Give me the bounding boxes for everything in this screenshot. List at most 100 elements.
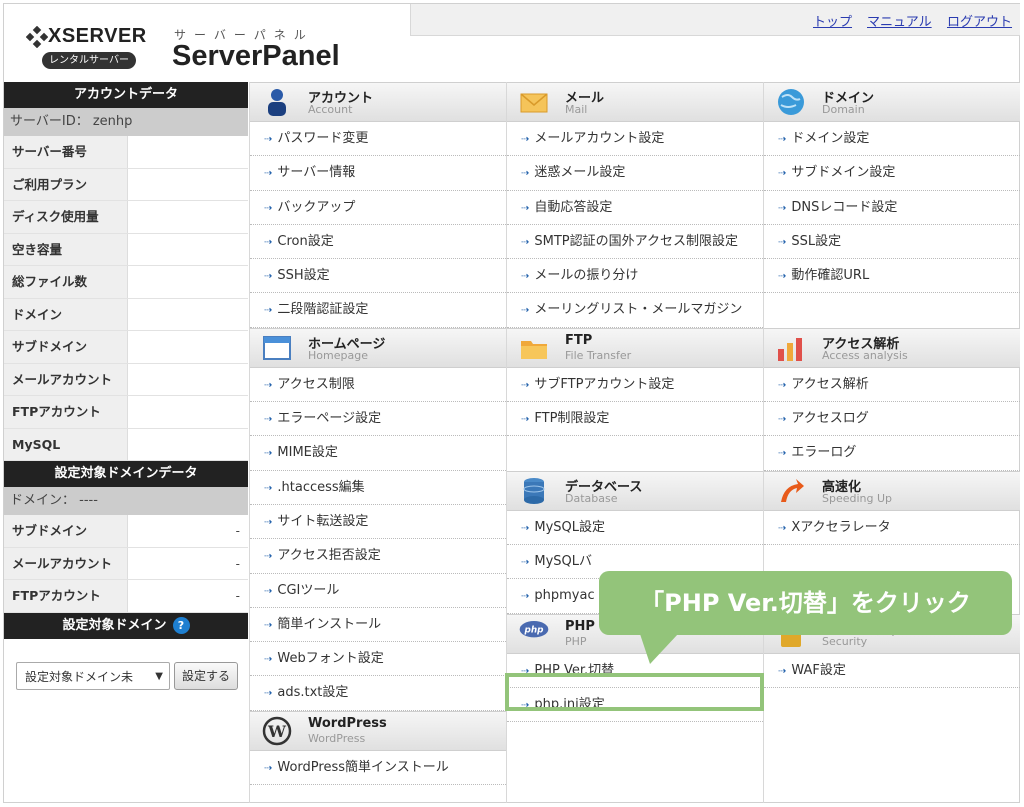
menu-item-domain[interactable]: ⇢ サブドメイン設定 [764,156,1020,191]
section-header-domain: ドメイン Domain [764,82,1020,122]
arrow-icon: ⇢ [264,688,273,700]
arrow-icon: ⇢ [778,448,787,460]
menu-item-label: WordPress簡単インストール [277,759,449,775]
menu-item-mail[interactable]: ⇢ SMTP認証の国外アクセス制限設定 [507,225,763,260]
menu-item-label: Xアクセラレータ [791,519,891,535]
domain-line: ドメイン： ---- [4,487,248,515]
menu-item-mail[interactable]: ⇢ メールの振り分け [507,259,763,294]
menu-item-label: アクセス解析 [791,376,869,392]
account-row-value [128,234,248,266]
menu-item-homepage[interactable]: ⇢ MIME設定 [250,436,506,471]
arrow-icon: ⇢ [264,448,273,460]
account-row-label: サブドメイン [4,331,128,363]
menu-item-speed[interactable]: ⇢ Xアクセラレータ [764,511,1020,545]
account-row-value [128,201,248,233]
menu-item-label: MIME設定 [277,445,338,461]
menu-item-homepage[interactable]: ⇢ CGIツール [250,574,506,608]
menu-item-homepage[interactable]: ⇢ .htaccess編集 [250,471,506,505]
menu-item-homepage[interactable]: ⇢ Webフォント設定 [250,642,506,677]
menu-item-domain[interactable]: ⇢ SSL設定 [764,225,1020,260]
menu-item-label: メールアカウント設定 [534,131,665,146]
arrow-icon: ⇢ [778,236,787,248]
arrow-icon: ⇢ [264,619,273,631]
menu-item-wordpress[interactable]: ⇢ WordPress簡単インストール [250,751,506,786]
menu-item-account[interactable]: ⇢ サーバー情報 [250,156,506,191]
account-row: サブドメイン [4,331,248,364]
menu-item-label: エラーログ [791,445,857,461]
menu-item-label: パスワード変更 [277,131,369,146]
menu-item-account[interactable]: ⇢ パスワード変更 [250,122,506,157]
account-row-label: 総ファイル数 [4,266,128,298]
menu-item-label: ads.txt設定 [277,685,349,701]
menu-item-homepage[interactable]: ⇢ ads.txt設定 [250,676,506,711]
menu-item-domain[interactable]: ⇢ 動作確認URL [764,259,1020,294]
menu-item-mail[interactable]: ⇢ メールアカウント設定 [507,122,763,157]
menu-item-access[interactable]: ⇢ アクセス解析 [764,368,1020,403]
arrow-icon: ⇢ [264,654,273,666]
arrow-icon: ⇢ [264,414,273,426]
arrow-icon: ⇢ [778,134,787,145]
menu-item-mail[interactable]: ⇢ 自動応答設定 [507,191,763,225]
select-value: 設定対象ドメイン未 [25,670,134,684]
menu-item-homepage[interactable]: ⇢ サイト転送設定 [250,505,506,540]
menu-item-homepage[interactable]: ⇢ エラーページ設定 [250,402,506,437]
section-header-account: アカウント Account [250,82,506,122]
menu-item-label: SSH設定 [277,268,330,284]
menu-item-ftp[interactable]: ⇢ FTP制限設定 [507,402,763,437]
menu-item-account[interactable]: ⇢ SSH設定 [250,259,506,294]
callout-tail [640,634,678,664]
section-subtitle: PHP [565,634,587,648]
menu-item-homepage[interactable]: ⇢ アクセス拒否設定 [250,539,506,574]
arrow-icon: ⇢ [521,134,530,145]
manual-link[interactable]: マニュアル [867,11,932,30]
account-row-label: ディスク使用量 [4,201,128,233]
help-icon[interactable]: ? [172,616,190,634]
account-data-header: アカウントデータ [4,82,248,108]
menu-item-label: エラーページ設定 [277,411,382,427]
menu-item-database[interactable]: ⇢ MySQL設定 [507,511,763,545]
menu-item-label: CGIツール [277,582,340,598]
menu-item-account[interactable]: ⇢ Cron設定 [250,225,506,260]
section-subtitle: WordPress [308,731,366,745]
menu-item-mail[interactable]: ⇢ メーリングリスト・メールマガジン [507,293,763,328]
section-header-wordpress: W WordPress WordPress [250,710,506,751]
menu-item-mail[interactable]: ⇢ 迷惑メール設定 [507,156,763,191]
menu-item-label: Cron設定 [277,233,334,249]
logout-link[interactable]: ログアウト [947,11,1012,30]
menu-item-label: 簡単インストール [277,616,382,632]
menu-item-domain[interactable]: ⇢ ドメイン設定 [764,122,1020,157]
menu-item-security[interactable]: ⇢ WAF設定 [764,654,1020,688]
arrow-icon: ⇢ [778,665,787,677]
account-row-label: ご利用プラン [4,168,128,200]
menu-item-homepage[interactable]: ⇢ 簡単インストール [250,608,506,643]
menu-item-access[interactable]: ⇢ アクセスログ [764,402,1020,437]
svg-text:W: W [267,722,287,741]
arrow-icon: ⇢ [778,522,787,534]
menu-item-label: WAF設定 [791,662,846,678]
menu-item-access[interactable]: ⇢ エラーログ [764,436,1020,471]
top-link[interactable]: トップ [813,11,852,30]
menu-item-label: 自動応答設定 [534,199,613,215]
server-id: サーバーID： zenhp [4,108,248,136]
menu-item-account[interactable]: ⇢ バックアップ [250,191,506,225]
domain-row-value: - [235,589,240,603]
menu-item-ftp[interactable]: ⇢ サブFTPアカウント設定 [507,368,763,403]
menu-item-account[interactable]: ⇢ 二段階認証設定 [250,293,506,328]
arrow-icon: ⇢ [521,271,530,283]
domain-icon [776,87,806,117]
arrow-icon: ⇢ [521,305,530,317]
menu-item-homepage[interactable]: ⇢ アクセス制限 [250,368,506,403]
menu-item-label: サブFTPアカウント設定 [534,376,675,392]
account-row-label: FTPアカウント [4,396,128,428]
set-domain-button[interactable]: 設定する [174,662,238,690]
logo-area[interactable]: XSERVER レンタルサーバー サーバーパネル ServerPanel [4,4,410,80]
menu-item-domain[interactable]: ⇢ DNSレコード設定 [764,191,1020,225]
arrow-icon: ⇢ [521,414,530,426]
menu-item-label: アクセス拒否設定 [277,548,381,564]
section-subtitle: Database [565,491,618,505]
menu-item-label: MySQL設定 [534,519,606,535]
section-header-ftp: FTP File Transfer [507,327,763,368]
arrow-icon: ⇢ [264,305,273,317]
arrow-icon: ⇢ [264,516,273,528]
target-domain-select[interactable]: 設定対象ドメイン未 ▼ [16,662,170,690]
